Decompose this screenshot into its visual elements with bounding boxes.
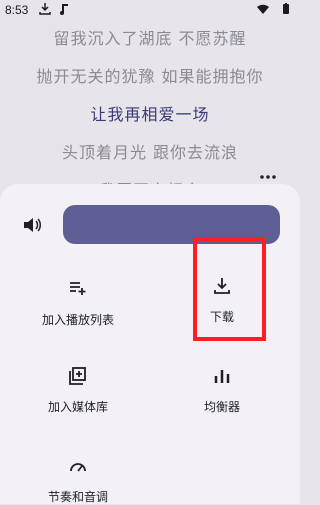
status-time: 8:53 [5,3,29,17]
add-to-playlist-label: 加入播放列表 [41,313,114,327]
lyric-line-3: 让我再相爱一场 [90,105,210,124]
download-highlight [193,237,266,341]
tempo-pitch-label: 节奏和音调 [47,490,108,504]
add-to-playlist-button[interactable]: 加入播放列表 [3,279,153,328]
add-to-playlist-icon [70,282,86,295]
tempo-pitch-button[interactable]: 节奏和音调 [3,456,153,505]
download-status-icon [39,3,51,15]
tempo-pitch-icon [70,463,86,472]
lyric-line-1: 留我沉入了湖底 不愿苏醒 [53,29,247,48]
lyric-line-2: 抛开无关的犹豫 如果能拥抱你 [36,67,264,86]
equalizer-label: 均衡器 [203,400,240,414]
more-horizontal-icon[interactable] [258,172,278,182]
volume-icon [24,218,41,232]
add-to-library-button[interactable]: 加入媒体库 [3,366,153,415]
add-to-library-label: 加入媒体库 [47,400,108,414]
add-to-library-icon [69,367,86,385]
battery-icon [283,3,289,14]
equalizer-button[interactable]: 均衡器 [147,366,297,415]
wifi-icon [257,4,269,14]
equalizer-icon [214,370,230,383]
music-note-icon [60,4,68,15]
lyric-line-4: 头顶着月光 跟你去流浪 [61,143,239,162]
status-bar: 8:53 [0,0,300,22]
